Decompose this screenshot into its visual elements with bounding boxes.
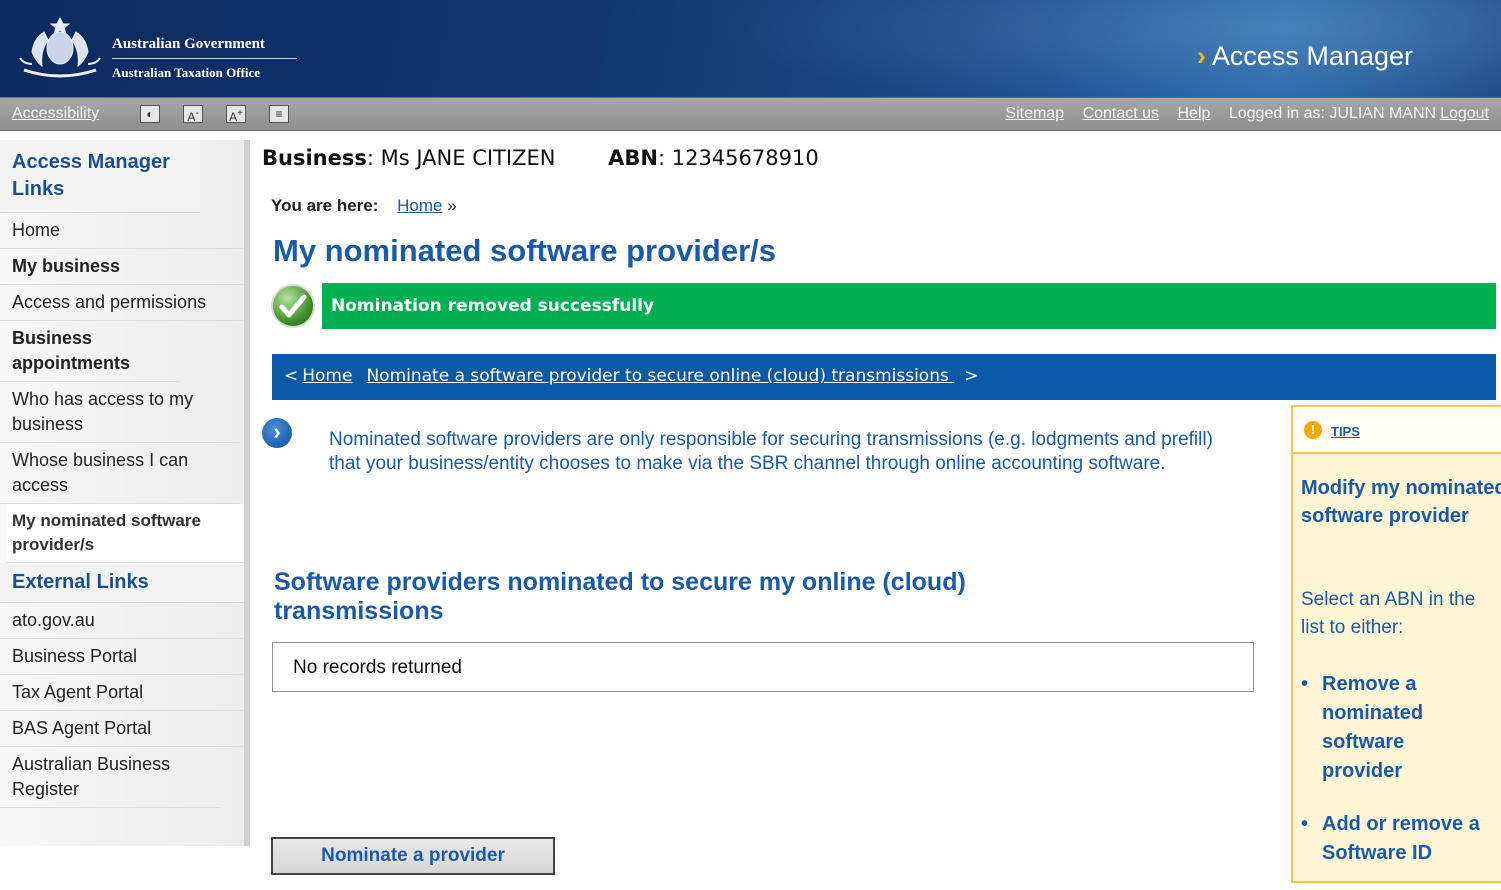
tips-title: Modify my nominated software provider bbox=[1301, 477, 1501, 527]
utility-bar: Accessibility ◐ A- A+ ≡ Sitemap Contact … bbox=[0, 97, 1501, 131]
logout-link[interactable]: Logout bbox=[1440, 105, 1489, 122]
sidebar-link-abr[interactable]: Australian Business Register bbox=[0, 747, 220, 808]
tips-body: Select an ABN in the list to either: bbox=[1301, 589, 1476, 638]
sidebar-item-home[interactable]: Home bbox=[0, 213, 244, 249]
tips-label[interactable]: TIPS bbox=[1331, 424, 1360, 439]
logged-in-text: Logged in as: JULIAN MANN bbox=[1228, 105, 1437, 122]
chevron-right-icon: › bbox=[1196, 41, 1206, 71]
navigation-bar: < Home Nominate a software provider to sec… bbox=[272, 354, 1496, 400]
info-text: Nominated software providers are only re… bbox=[329, 429, 1213, 474]
abn-label: ABN bbox=[608, 146, 658, 170]
page-title: My nominated software provider/s bbox=[273, 233, 776, 268]
site-header: Australian Government Australian Taxatio… bbox=[0, 0, 1501, 97]
sidebar-item-access-permissions[interactable]: Access and permissions bbox=[0, 285, 244, 321]
contact-us-link[interactable]: Contact us bbox=[1083, 105, 1159, 122]
tip-item-remove-text: Remove a nominated software provider bbox=[1322, 673, 1424, 782]
success-banner: Nomination removed successfully bbox=[322, 283, 1496, 329]
sidebar: Access Manager Links Home My business Ac… bbox=[0, 140, 250, 846]
nav-next-arrow: > bbox=[964, 366, 979, 386]
increase-font-button[interactable]: A+ bbox=[226, 105, 246, 124]
header-divider bbox=[112, 58, 297, 59]
coat-of-arms-icon bbox=[19, 16, 101, 78]
sidebar-item-who-has-access[interactable]: Who has access to my business bbox=[0, 382, 240, 443]
sitemap-link[interactable]: Sitemap bbox=[1005, 105, 1064, 122]
no-records-text: No records returned bbox=[293, 657, 462, 678]
agency-name: Australian Taxation Office bbox=[112, 65, 261, 80]
sidebar-item-nominated-provider[interactable]: My nominated software provider/s bbox=[6, 504, 244, 563]
tips-header: ! TIPS bbox=[1293, 407, 1501, 454]
breadcrumb-separator: » bbox=[447, 196, 457, 215]
records-table: No records returned bbox=[272, 642, 1254, 692]
nominate-provider-button[interactable]: Nominate a provider bbox=[271, 837, 555, 875]
text-only-icon[interactable]: ≡ bbox=[269, 105, 289, 123]
business-label: Business bbox=[262, 146, 367, 170]
sidebar-external-heading: External Links bbox=[0, 563, 244, 603]
nav-nominate-link[interactable]: Nominate a software provider to secure o… bbox=[366, 366, 954, 386]
sidebar-link-ato[interactable]: ato.gov.au bbox=[0, 603, 244, 639]
success-message: Nomination removed successfully bbox=[331, 296, 655, 316]
app-title-text: Access Manager bbox=[1211, 41, 1413, 71]
sidebar-link-business-portal[interactable]: Business Portal bbox=[0, 639, 244, 675]
nav-prev-arrow: < bbox=[284, 366, 299, 386]
bullet-icon: • bbox=[1301, 673, 1309, 695]
sidebar-link-tax-agent-portal[interactable]: Tax Agent Portal bbox=[0, 675, 244, 711]
nav-links: < Home Nominate a software provider to sec… bbox=[284, 366, 979, 386]
sidebar-item-whose-business[interactable]: Whose business I can access bbox=[0, 443, 240, 504]
section-title: Software providers nominated to secure m… bbox=[274, 568, 966, 625]
exclamation-icon: ! bbox=[1304, 421, 1322, 439]
breadcrumb: You are here: Home » bbox=[271, 196, 457, 216]
tip-item-software-id-text: Add or remove a Software ID bbox=[1322, 813, 1480, 864]
app-title: › Access Manager bbox=[1197, 41, 1413, 72]
nav-home-link[interactable]: Home bbox=[302, 366, 352, 386]
tips-panel: ! TIPS Modify my nominated software prov… bbox=[1291, 405, 1501, 883]
contrast-icon[interactable]: ◐ bbox=[140, 105, 160, 123]
accessibility-link[interactable]: Accessibility bbox=[12, 105, 99, 123]
business-info: Business: Ms JANE CITIZEN ABN: 123456789… bbox=[262, 146, 819, 170]
info-arrow-icon: › bbox=[262, 418, 292, 448]
sidebar-section-business-appointments: Business appointments bbox=[0, 321, 180, 382]
help-link[interactable]: Help bbox=[1178, 105, 1211, 122]
abn-value: : 12345678910 bbox=[657, 146, 819, 170]
bullet-icon: • bbox=[1301, 813, 1309, 835]
sidebar-link-bas-agent-portal[interactable]: BAS Agent Portal bbox=[0, 711, 244, 747]
government-name: Australian Government bbox=[112, 36, 265, 52]
checkmark-icon bbox=[271, 284, 315, 328]
breadcrumb-label: You are here: bbox=[271, 196, 379, 215]
sidebar-heading: Access Manager Links bbox=[0, 140, 200, 213]
utility-links: Sitemap Contact us Help Logged in as: JU… bbox=[991, 105, 1489, 123]
decrease-font-button[interactable]: A- bbox=[183, 105, 203, 124]
sidebar-section-my-business: My business bbox=[0, 249, 244, 285]
breadcrumb-home-link[interactable]: Home bbox=[397, 196, 442, 215]
business-value: : Ms JANE CITIZEN bbox=[366, 146, 556, 170]
